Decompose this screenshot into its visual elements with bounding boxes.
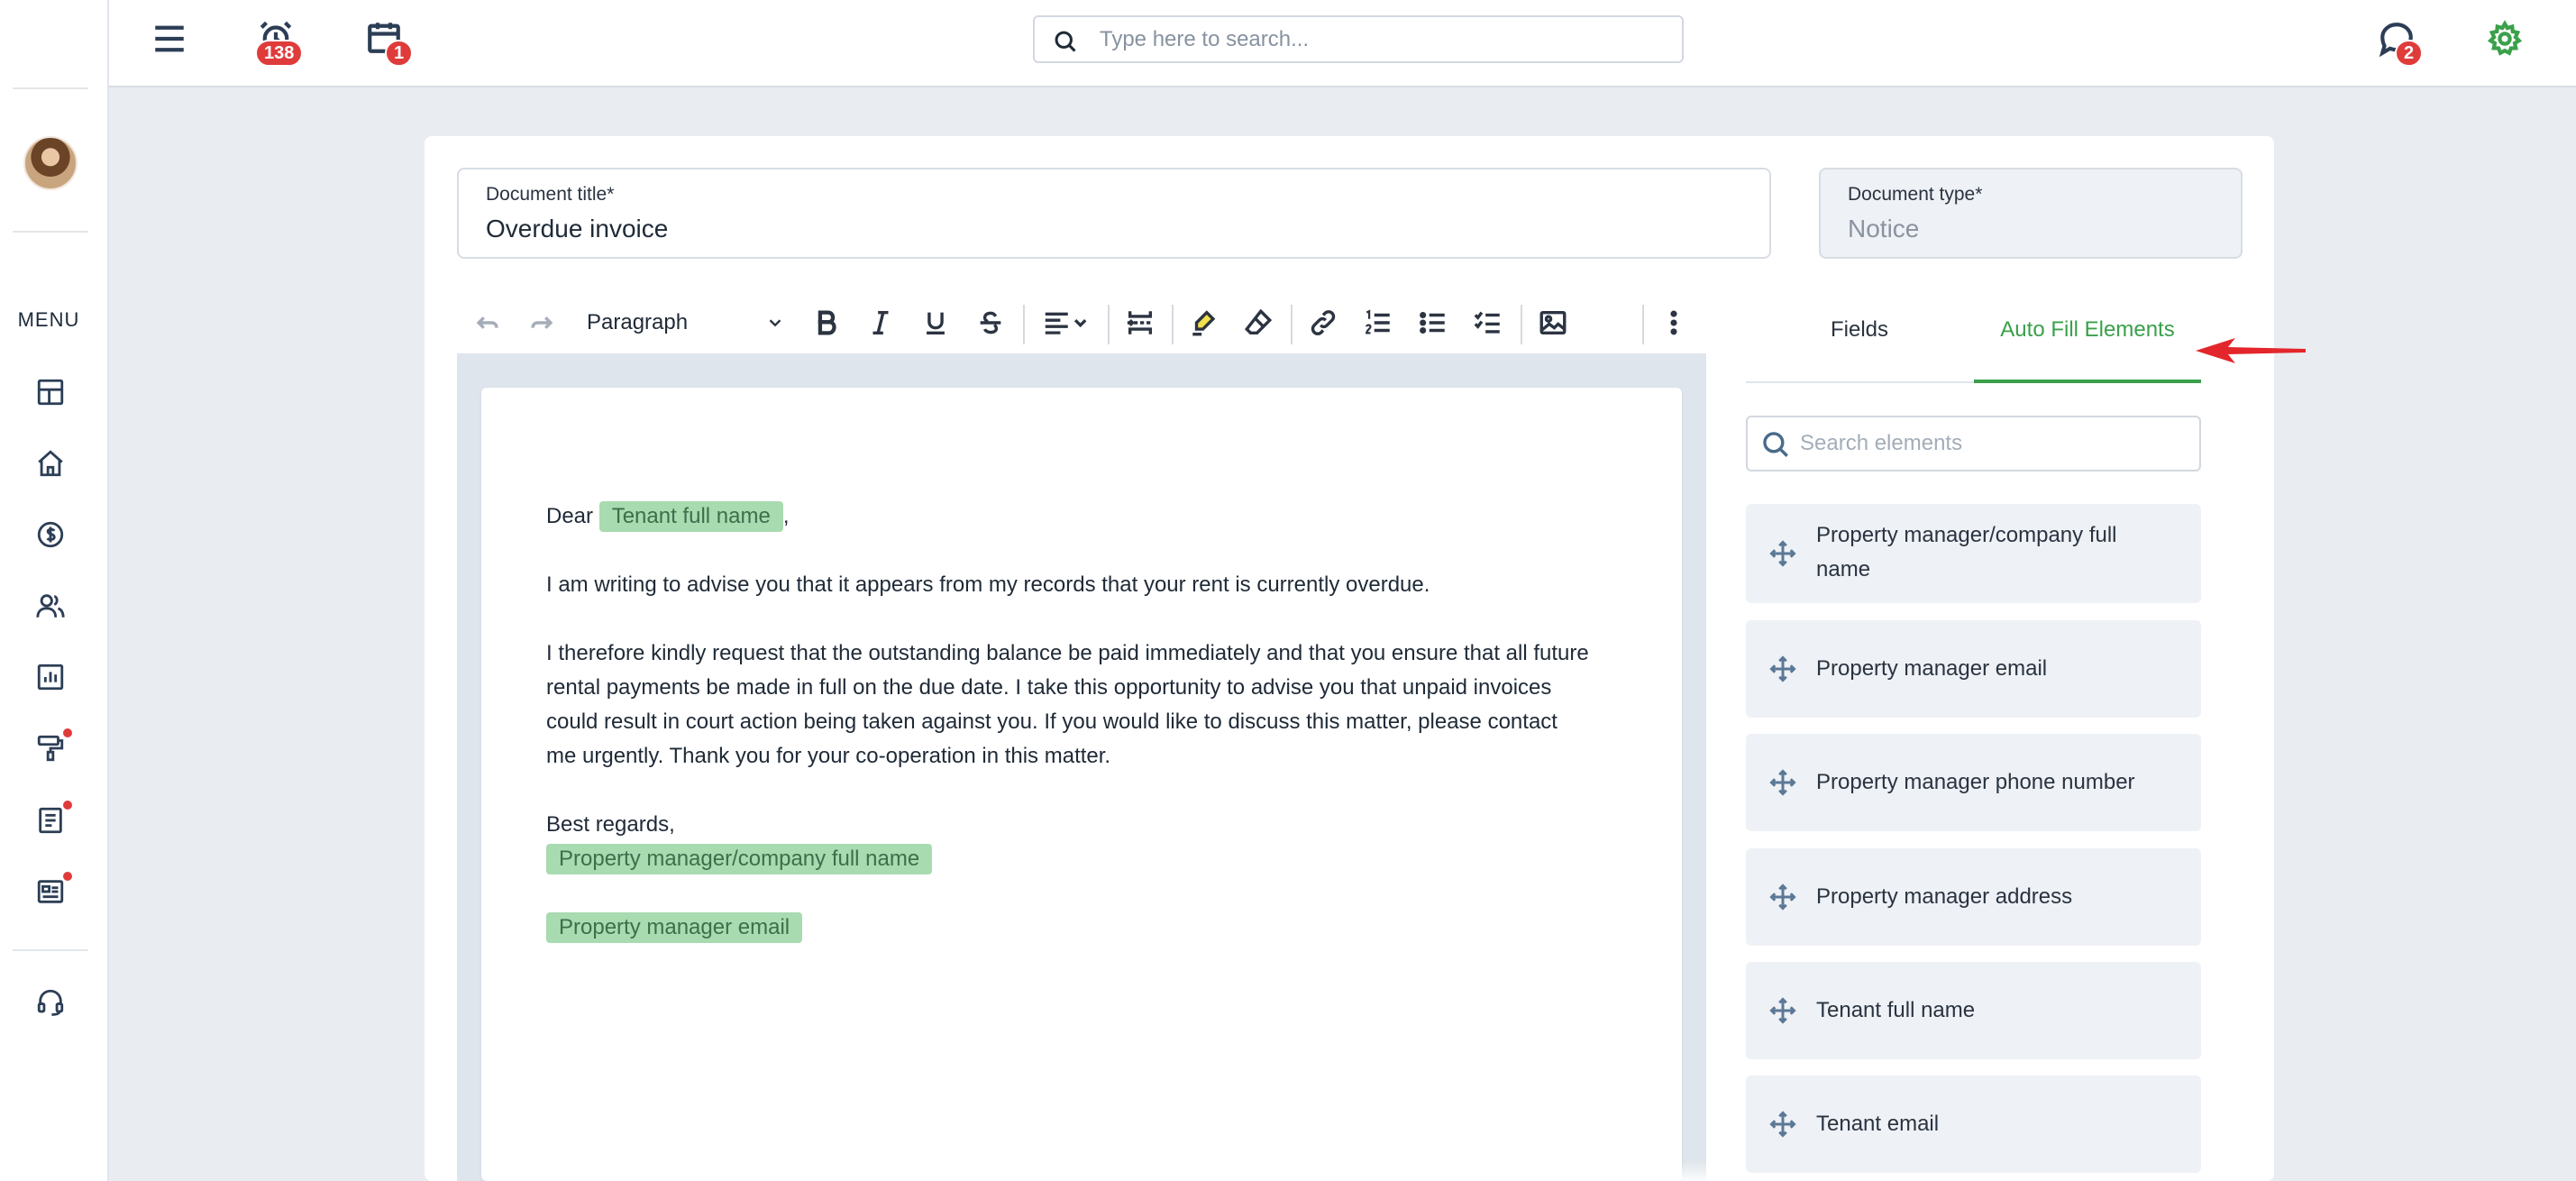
paragraph-2-line-2: rental payments be made in full on the d… bbox=[546, 675, 1552, 700]
notification-dot bbox=[63, 728, 72, 737]
drag-move-icon[interactable] bbox=[1769, 540, 1796, 567]
calendar-badge: 1 bbox=[385, 40, 414, 67]
more-options-button[interactable] bbox=[1650, 298, 1697, 348]
document-icon[interactable] bbox=[32, 801, 72, 838]
sidebar-divider bbox=[13, 87, 88, 89]
highlight-button[interactable] bbox=[1181, 298, 1228, 348]
tenant-name-chip[interactable]: Tenant full name bbox=[598, 501, 783, 532]
salutation: Dear Tenant full name, bbox=[546, 499, 1646, 534]
element-item[interactable]: Property manager email bbox=[1746, 620, 2201, 718]
newspaper-icon[interactable] bbox=[32, 872, 72, 910]
alarm-badge: 138 bbox=[255, 40, 304, 67]
document-type-value[interactable]: Notice bbox=[1848, 215, 1919, 243]
document-type-label: Document type* bbox=[1848, 184, 1983, 205]
document-title-label: Document title* bbox=[486, 184, 615, 205]
document-title-value[interactable]: Overdue invoice bbox=[486, 215, 668, 243]
eraser-button[interactable] bbox=[1235, 298, 1282, 348]
headset-icon[interactable] bbox=[32, 984, 69, 1021]
drag-move-icon[interactable] bbox=[1769, 997, 1796, 1024]
toolbar-separator bbox=[1108, 305, 1110, 344]
undo-button[interactable] bbox=[464, 298, 511, 348]
editor-toolbar: Paragraph bbox=[457, 298, 1706, 350]
element-label: Tenant email bbox=[1816, 1112, 1940, 1136]
sidebar: MENU bbox=[0, 0, 109, 1181]
italic-button[interactable] bbox=[857, 298, 904, 348]
notification-dot bbox=[63, 801, 72, 810]
gear-icon[interactable] bbox=[2482, 16, 2527, 61]
element-label: Property manager phone number bbox=[1816, 770, 2135, 794]
element-label: Property manager email bbox=[1816, 656, 2048, 681]
link-button[interactable] bbox=[1300, 298, 1347, 348]
drag-move-icon[interactable] bbox=[1769, 655, 1796, 682]
top-bar: 138 1 2 bbox=[109, 0, 2576, 87]
element-label: Property manager/company full name bbox=[1816, 523, 2117, 581]
users-icon[interactable] bbox=[32, 588, 69, 624]
element-item[interactable]: Property manager address bbox=[1746, 848, 2201, 946]
toolbar-separator bbox=[1023, 305, 1025, 344]
element-label: Property manager address bbox=[1816, 884, 2073, 909]
menu-label: MENU bbox=[17, 308, 80, 331]
toolbar-separator bbox=[1521, 305, 1522, 344]
element-search[interactable] bbox=[1746, 416, 2201, 471]
page-break-button[interactable] bbox=[1117, 298, 1164, 348]
paragraph-2-line-1: I therefore kindly request that the outs… bbox=[546, 641, 1589, 665]
tab-auto-fill-elements[interactable]: Auto Fill Elements bbox=[1974, 317, 2201, 355]
element-item[interactable]: Tenant full name bbox=[1746, 962, 2201, 1059]
home-icon[interactable] bbox=[32, 445, 69, 481]
bold-button[interactable] bbox=[803, 298, 850, 348]
numbered-list-button[interactable] bbox=[1355, 298, 1402, 348]
notification-dot bbox=[63, 872, 72, 881]
salutation-comma: , bbox=[782, 504, 790, 528]
drag-move-icon[interactable] bbox=[1769, 883, 1796, 911]
toolbar-separator bbox=[1172, 305, 1174, 344]
tab-fields[interactable]: Fields bbox=[1746, 317, 1973, 355]
element-item[interactable]: Tenant email bbox=[1746, 1076, 2201, 1173]
drag-move-icon[interactable] bbox=[1769, 769, 1796, 796]
document-title-field[interactable]: Document title* Overdue invoice bbox=[457, 168, 1771, 259]
avatar[interactable] bbox=[23, 136, 78, 190]
paint-roller-icon[interactable] bbox=[32, 728, 72, 766]
paragraph-2-line-4: me urgently. Thank you for your co-opera… bbox=[546, 744, 1111, 768]
bullet-list-button[interactable] bbox=[1410, 298, 1457, 348]
todo-list-button[interactable] bbox=[1465, 298, 1512, 348]
dashboard-icon[interactable] bbox=[32, 374, 69, 410]
redo-button[interactable] bbox=[518, 298, 565, 348]
search-icon bbox=[1055, 31, 1076, 52]
chevron-down-icon bbox=[769, 319, 781, 327]
element-item[interactable]: Property manager/company full name bbox=[1746, 504, 2201, 603]
paragraph-style-select[interactable]: Paragraph bbox=[587, 305, 785, 341]
editor-page[interactable]: Dear Tenant full name, I am writing to a… bbox=[481, 388, 1682, 1181]
chat-badge: 2 bbox=[2395, 40, 2424, 67]
dollar-icon[interactable] bbox=[32, 517, 69, 553]
insert-image-button[interactable] bbox=[1530, 298, 1576, 348]
strikethrough-button[interactable] bbox=[967, 298, 1014, 348]
underline-button[interactable] bbox=[912, 298, 959, 348]
red-arrow-annotation bbox=[2196, 338, 2306, 363]
search-input[interactable] bbox=[1100, 24, 1658, 55]
chart-icon[interactable] bbox=[32, 659, 69, 695]
element-label: Tenant full name bbox=[1816, 998, 1976, 1022]
toolbar-separator bbox=[1642, 305, 1644, 344]
pm-email-chip[interactable]: Property manager email bbox=[546, 912, 803, 943]
pm-name-chip[interactable]: Property manager/company full name bbox=[546, 844, 933, 874]
closing: Best regards, bbox=[546, 812, 675, 837]
align-dropdown-button[interactable] bbox=[1032, 298, 1099, 348]
document-body[interactable]: Dear Tenant full name, I am writing to a… bbox=[546, 499, 1646, 945]
paragraph-style-label: Paragraph bbox=[587, 310, 689, 334]
search-icon bbox=[1763, 432, 1788, 457]
element-search-input[interactable] bbox=[1800, 428, 2179, 459]
paragraph-1: I am writing to advise you that it appea… bbox=[546, 572, 1430, 597]
sidebar-divider bbox=[13, 949, 88, 951]
document-type-field[interactable]: Document type* Notice bbox=[1819, 168, 2243, 259]
global-search[interactable] bbox=[1033, 15, 1684, 63]
drag-move-icon[interactable] bbox=[1769, 1111, 1796, 1138]
paragraph-2-line-3: could result in court action being taken… bbox=[546, 710, 1557, 734]
element-item[interactable]: Property manager phone number bbox=[1746, 734, 2201, 831]
sidebar-divider bbox=[13, 231, 88, 233]
salutation-text: Dear bbox=[546, 504, 594, 528]
hamburger-menu-icon[interactable] bbox=[147, 16, 192, 61]
toolbar-separator bbox=[1291, 305, 1293, 344]
active-tab-indicator bbox=[1974, 380, 2201, 383]
